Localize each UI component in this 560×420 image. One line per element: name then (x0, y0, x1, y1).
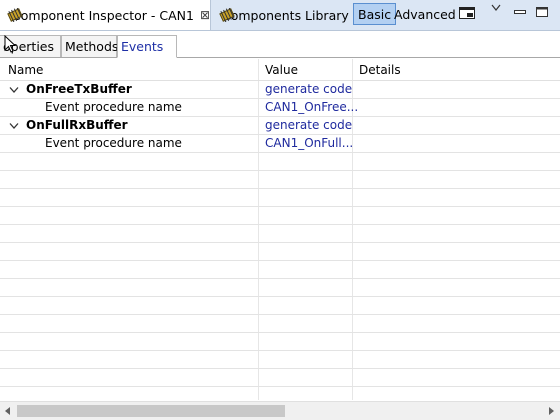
table-row[interactable]: Event procedure name CAN1_OnFree... (0, 99, 560, 117)
table-row[interactable]: OnFreeTxBuffer generate code (0, 81, 560, 99)
empty-row (0, 333, 560, 351)
view-tab-bar: Component Inspector - CAN1 ⊠ Components … (0, 0, 560, 31)
horizontal-scrollbar[interactable] (0, 401, 560, 420)
empty-row (0, 153, 560, 171)
empty-row (0, 225, 560, 243)
empty-row (0, 171, 560, 189)
scroll-right-icon[interactable] (546, 406, 556, 416)
advanced-mode-button[interactable]: Advanced (390, 3, 460, 25)
window-icon[interactable] (458, 5, 476, 21)
column-header-details[interactable]: Details (359, 63, 401, 77)
tab-components-library[interactable]: Components Library (212, 0, 349, 30)
scroll-left-icon[interactable] (3, 406, 13, 416)
tab-properties[interactable]: operties (0, 35, 61, 57)
empty-row (0, 297, 560, 315)
empty-row (0, 261, 560, 279)
event-value[interactable]: generate code (265, 118, 352, 132)
column-header-name[interactable]: Name (8, 63, 43, 77)
scrollbar-thumb[interactable] (17, 405, 285, 417)
chevron-down-icon[interactable] (490, 2, 502, 14)
column-header-value[interactable]: Value (265, 63, 298, 77)
event-property-name: Event procedure name (45, 100, 182, 114)
component-chip-icon (6, 8, 23, 22)
table-row[interactable]: Event procedure name CAN1_OnFull... (0, 135, 560, 153)
table-header: Name Value Details (0, 59, 560, 81)
maximize-icon[interactable] (534, 5, 550, 19)
empty-row (0, 315, 560, 333)
event-value[interactable]: generate code (265, 82, 352, 96)
chevron-down-icon[interactable] (9, 86, 19, 94)
close-icon[interactable]: ⊠ (200, 8, 210, 22)
event-property-value[interactable]: CAN1_OnFull... (265, 136, 353, 150)
event-property-value[interactable]: CAN1_OnFree... (265, 100, 358, 114)
table-row[interactable]: OnFullRxBuffer generate code (0, 117, 560, 135)
empty-row (0, 369, 560, 387)
empty-row (0, 189, 560, 207)
event-name: OnFullRxBuffer (26, 118, 128, 132)
empty-row (0, 351, 560, 369)
tab-components-library-label: Components Library (222, 7, 349, 23)
tab-component-inspector[interactable]: Component Inspector - CAN1 ⊠ (0, 0, 211, 30)
tab-events[interactable]: Events (117, 35, 177, 58)
empty-row (0, 279, 560, 297)
empty-row (0, 243, 560, 261)
tab-component-inspector-label: Component Inspector - CAN1 (12, 7, 194, 23)
inspector-subtab-bar: operties Methods Events (0, 31, 560, 58)
chevron-down-icon[interactable] (9, 122, 19, 130)
event-name: OnFreeTxBuffer (26, 82, 132, 96)
events-table: Name Value Details OnFreeTxBuffer genera… (0, 59, 560, 400)
tab-methods[interactable]: Methods (61, 35, 118, 57)
event-property-name: Event procedure name (45, 136, 182, 150)
minimize-icon[interactable] (512, 5, 528, 19)
empty-row (0, 207, 560, 225)
